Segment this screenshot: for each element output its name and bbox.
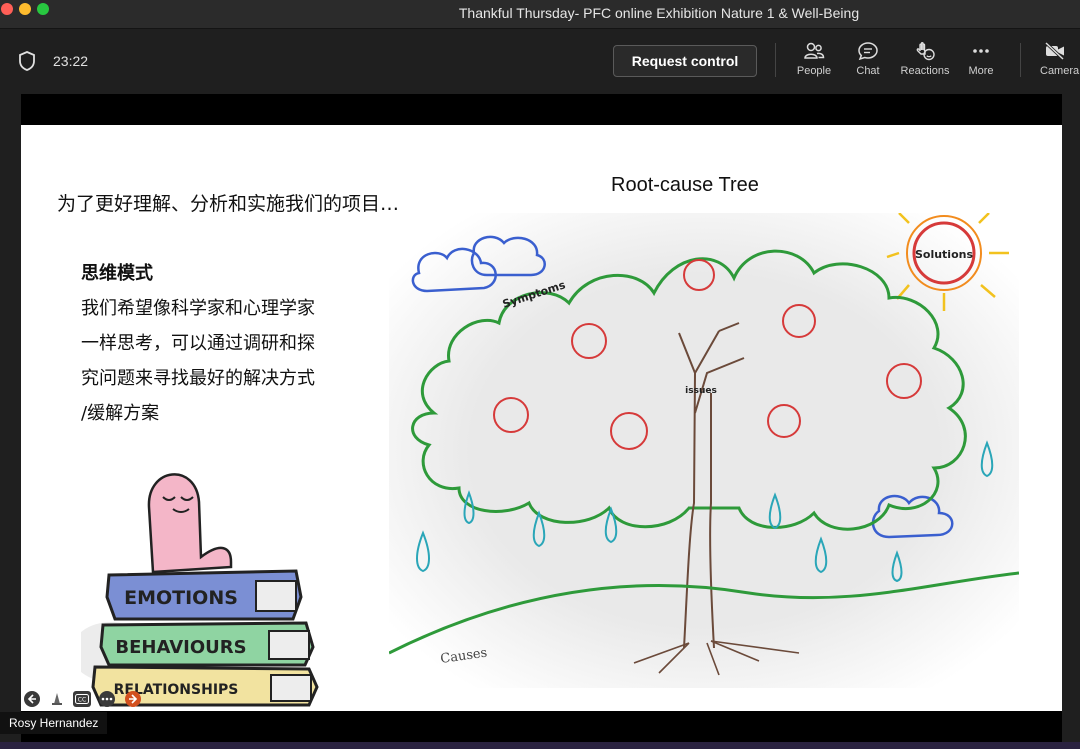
laser-pointer-icon [52, 693, 62, 705]
svg-text:CC: CC [78, 697, 86, 704]
reactions-button[interactable]: Reactions [895, 41, 955, 77]
people-button[interactable]: People [784, 41, 844, 77]
camera-label: Camera [1040, 65, 1080, 77]
svg-text:issues: issues [685, 386, 717, 396]
mindset-line: 我们希望像科学家和心理学家 [81, 298, 315, 319]
mindset-title: 思维模式 [81, 263, 153, 284]
tree-title: Root-cause Tree [611, 174, 759, 196]
books-illustration: EMOTIONS BEHAVIOURS RELATIONSHIPS [81, 473, 319, 707]
svg-text:EMOTIONS: EMOTIONS [124, 587, 238, 609]
meeting-toolbar: 23:22 Request control People Chat Reacti… [0, 29, 1080, 91]
chat-icon [858, 42, 878, 61]
people-label: People [796, 65, 832, 77]
arrow-left-icon [27, 694, 36, 704]
captions-button[interactable]: CC [73, 691, 91, 707]
toolbar-divider [1020, 43, 1021, 77]
camera-off-icon [1044, 41, 1065, 61]
svg-text:Solutions: Solutions [915, 248, 973, 261]
more-icon [101, 697, 113, 701]
window-titlebar: Thankful Thursday- PFC online Exhibition… [0, 0, 1080, 29]
window-title: Thankful Thursday- PFC online Exhibition… [458, 5, 860, 21]
previous-slide-button[interactable] [24, 691, 40, 707]
slide-heading: 为了更好理解、分析和实施我们的项目… [57, 193, 400, 215]
presentation-slide: 为了更好理解、分析和实施我们的项目… 思维模式 我们希望像科学家和心理学家 一样… [21, 125, 1062, 711]
chat-button[interactable]: Chat [838, 41, 898, 77]
more-icon [973, 49, 989, 53]
reactions-label: Reactions [900, 65, 950, 77]
pointer-button[interactable] [49, 691, 65, 707]
next-slide-button[interactable] [125, 691, 141, 707]
closed-captions-icon: CC [75, 694, 89, 704]
bottom-edge [0, 742, 1080, 749]
chat-label: Chat [856, 65, 880, 77]
camera-button[interactable]: Camera [1030, 41, 1080, 77]
more-label: More [968, 65, 994, 77]
svg-text:BEHAVIOURS: BEHAVIOURS [115, 637, 246, 658]
mindset-line: 究问题来寻找最好的解决方式 [81, 368, 315, 389]
meeting-timer: 23:22 [53, 53, 89, 69]
people-icon [804, 42, 825, 59]
root-cause-tree-drawing: Solutions Symptoms issues Causes [389, 213, 1019, 688]
mindset-line: /缓解方案 [81, 403, 160, 424]
more-button[interactable]: More [951, 41, 1011, 77]
reactions-icon [916, 42, 935, 61]
shared-screen: 为了更好理解、分析和实施我们的项目… 思维模式 我们希望像科学家和心理学家 一样… [21, 94, 1062, 742]
mindset-line: 一样思考，可以通过调研和探 [81, 333, 315, 354]
more-options-button[interactable] [99, 691, 115, 707]
shield-icon [17, 50, 37, 77]
toolbar-divider [775, 43, 776, 77]
arrow-right-icon [129, 694, 138, 704]
participant-name-label: Rosy Hernandez [0, 712, 108, 734]
request-control-button[interactable]: Request control [613, 45, 757, 77]
